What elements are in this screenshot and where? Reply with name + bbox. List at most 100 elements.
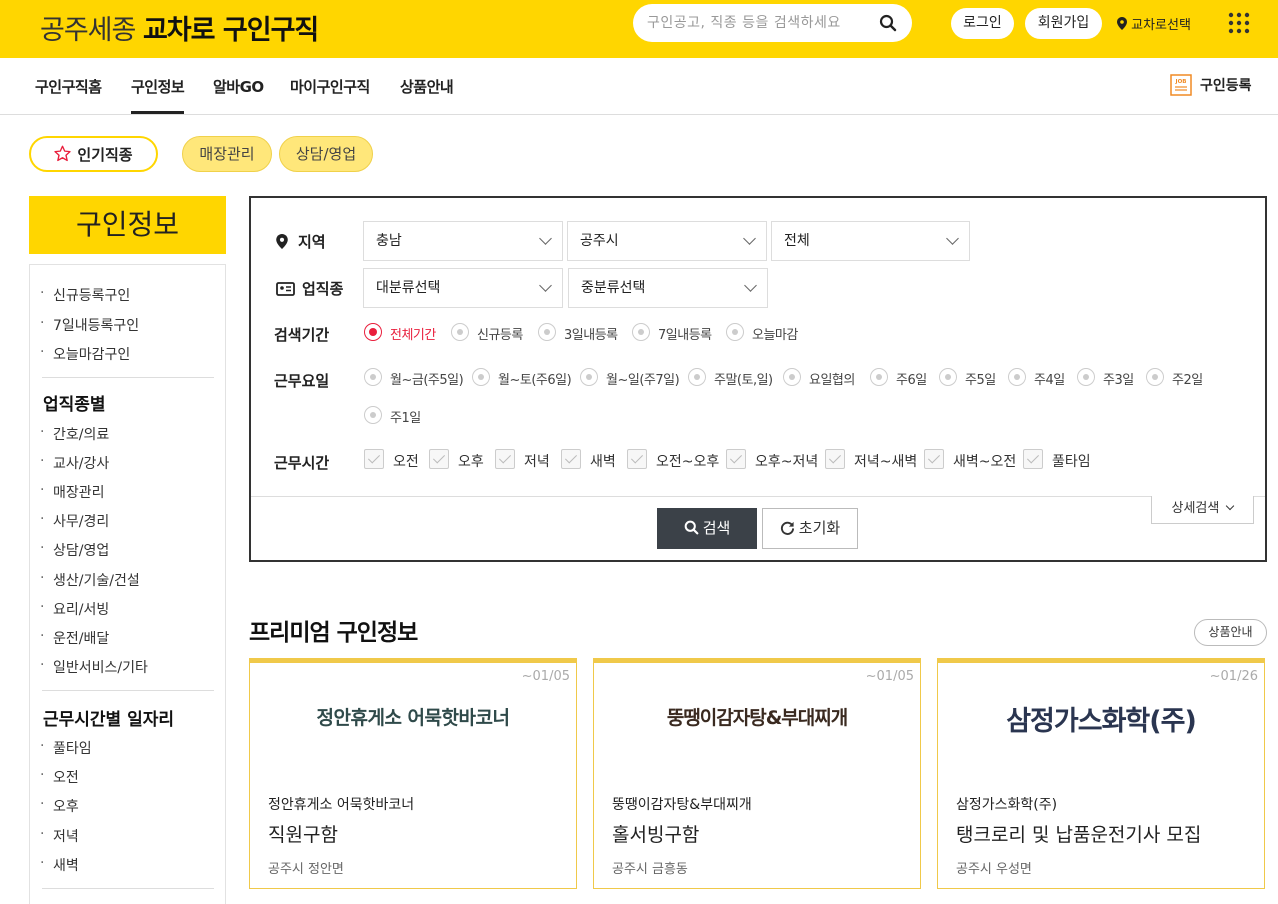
radio-icon: [1146, 368, 1164, 386]
time-option-evening[interactable]: 저녁: [495, 449, 550, 471]
chip-consulting-sales[interactable]: 상담/영업: [279, 136, 373, 172]
card-location: 공주시 금흥동: [612, 862, 688, 877]
search-icon: [684, 520, 699, 535]
days-option-4days[interactable]: 주4일: [1008, 368, 1065, 388]
search-button[interactable]: 검색: [657, 508, 757, 549]
card-company-name: 삼정가스화학(주): [956, 797, 1058, 813]
region-city-select[interactable]: 공주시: [567, 221, 767, 261]
radio-icon: [538, 323, 556, 341]
days-option-1day[interactable]: 주1일: [364, 406, 421, 426]
sidebar-item-service[interactable]: 일반서비스/기타: [40, 657, 148, 677]
sidebar-item-7days[interactable]: 7일내등록구인: [40, 315, 139, 335]
region-district-select[interactable]: 전체: [771, 221, 970, 261]
job-major-select[interactable]: 대분류선택: [363, 268, 563, 308]
tab-my-jobs[interactable]: 마이구인구직: [290, 76, 370, 97]
period-option-7days[interactable]: 7일내등록: [632, 323, 712, 343]
search-panel: 지역 충남 공주시 전체 업직종 대분류선택 중분류선택 검색기간 전체기간 신…: [249, 196, 1267, 562]
sidebar-item-store[interactable]: 매장관리: [40, 482, 105, 502]
sidebar-item-morning[interactable]: 오전: [40, 767, 79, 787]
time-option-fulltime[interactable]: 풀타임: [1023, 449, 1091, 471]
post-job-button[interactable]: JOB 구인등록: [1170, 74, 1252, 96]
region-select-button[interactable]: 교차로선택: [1117, 14, 1191, 33]
checkbox-icon: [924, 449, 944, 469]
days-option-2days[interactable]: 주2일: [1146, 368, 1203, 388]
radio-icon: [364, 323, 382, 341]
popular-jobs-chip[interactable]: 인기직종: [29, 136, 158, 172]
sidebar-item-cooking[interactable]: 요리/서빙: [40, 599, 109, 619]
time-option-afternoon-evening[interactable]: 오후~저녁: [726, 449, 818, 471]
site-logo[interactable]: 공주세종 교차로 구인구직: [40, 8, 319, 47]
sidebar-item-dawn[interactable]: 새벽: [40, 855, 79, 875]
sidebar-item-driving[interactable]: 운전/배달: [40, 628, 109, 648]
days-option-mon-sun[interactable]: 월~일(주7일): [580, 368, 680, 388]
tab-jobs-home[interactable]: 구인구직홈: [35, 76, 102, 97]
card-company-name: 뚱땡이감자탕&부대찌개: [612, 797, 752, 813]
sidebar-divider: [42, 690, 214, 691]
job-minor-select[interactable]: 중분류선택: [568, 268, 768, 308]
sidebar-item-production[interactable]: 생산/기술/건설: [40, 570, 140, 590]
tab-job-info[interactable]: 구인정보: [131, 76, 185, 114]
radio-icon: [1077, 368, 1095, 386]
sidebar-item-today-closing[interactable]: 오늘마감구인: [40, 344, 130, 364]
chevron-down-icon: [1226, 501, 1235, 511]
time-option-afternoon[interactable]: 오후: [429, 449, 484, 471]
premium-card[interactable]: ~01/05 정안휴게소 어묵핫바코너 정안휴게소 어묵핫바코너 직원구함 공주…: [249, 658, 577, 889]
chip-store-management[interactable]: 매장관리: [182, 136, 272, 172]
reset-button[interactable]: 초기화: [762, 508, 858, 549]
search-icon[interactable]: [879, 14, 897, 32]
period-option-3days[interactable]: 3일내등록: [538, 323, 618, 343]
premium-card[interactable]: ~01/26 삼정가스화학(주) 삼정가스화학(주) 탱크로리 및 납품운전기사…: [937, 658, 1265, 889]
days-label: 근무요일: [274, 372, 330, 390]
days-option-mon-sat[interactable]: 월~토(주6일): [472, 368, 572, 388]
sidebar-item-nursing[interactable]: 간호/의료: [40, 424, 109, 444]
sidebar-item-office[interactable]: 사무/경리: [40, 511, 109, 531]
checkbox-icon: [726, 449, 746, 469]
region-province-select[interactable]: 충남: [363, 221, 563, 261]
premium-card[interactable]: ~01/05 뚱땡이감자탕&부대찌개 뚱땡이감자탕&부대찌개 홀서빙구함 공주시…: [593, 658, 921, 889]
detail-search-toggle[interactable]: 상세검색: [1151, 496, 1254, 524]
radio-icon: [726, 323, 744, 341]
popular-jobs-label: 인기직종: [77, 146, 133, 164]
sidebar-item-teacher[interactable]: 교사/강사: [40, 453, 109, 473]
card-job-title: 홀서빙구함: [612, 824, 700, 846]
days-option-negotiable[interactable]: 요일협의: [783, 368, 855, 388]
sidebar-item-evening[interactable]: 저녁: [40, 826, 79, 846]
checkbox-icon: [627, 449, 647, 469]
period-option-all[interactable]: 전체기간: [364, 323, 436, 343]
sidebar-divider: [42, 888, 214, 889]
days-option-5days[interactable]: 주5일: [939, 368, 996, 388]
post-job-label: 구인등록: [1200, 78, 1252, 94]
tab-product-guide[interactable]: 상품안내: [400, 76, 454, 97]
sidebar-item-sales[interactable]: 상담/영업: [40, 540, 109, 560]
tab-alba-go[interactable]: 알바GO: [213, 76, 264, 97]
svg-text:JOB: JOB: [1175, 79, 1187, 85]
reset-button-label: 초기화: [798, 519, 841, 537]
all-menu-grid-icon[interactable]: [1228, 12, 1250, 34]
detail-search-label: 상세검색: [1171, 501, 1220, 516]
days-option-weekend[interactable]: 주말(토,일): [688, 368, 773, 388]
sidebar-item-afternoon[interactable]: 오후: [40, 796, 79, 816]
days-option-6days[interactable]: 주6일: [870, 368, 927, 388]
radio-icon: [580, 368, 598, 386]
time-option-dawn-morning[interactable]: 새벽~오전: [924, 449, 1016, 471]
time-option-morning[interactable]: 오전: [364, 449, 419, 471]
time-option-dawn[interactable]: 새벽: [561, 449, 616, 471]
period-option-today[interactable]: 오늘마감: [726, 323, 798, 343]
days-option-3days[interactable]: 주3일: [1077, 368, 1134, 388]
checkbox-icon: [364, 449, 384, 469]
time-option-morning-afternoon[interactable]: 오전~오후: [627, 449, 719, 471]
sidebar-item-fulltime[interactable]: 풀타임: [40, 738, 92, 758]
search-input[interactable]: [647, 13, 875, 33]
days-option-mon-fri[interactable]: 월~금(주5일): [364, 368, 464, 388]
period-option-new[interactable]: 신규등록: [451, 323, 523, 343]
sidebar-item-new[interactable]: 신규등록구인: [40, 285, 130, 305]
main-nav: 구인구직홈 구인정보 알바GO 마이구인구직 상품안내 JOB 구인등록: [0, 58, 1278, 115]
time-option-evening-dawn[interactable]: 저녁~새벽: [825, 449, 917, 471]
premium-guide-button[interactable]: 상품안내: [1194, 619, 1267, 646]
checkbox-icon: [825, 449, 845, 469]
checkbox-icon: [561, 449, 581, 469]
chevron-down-icon: [946, 232, 959, 245]
login-button[interactable]: 로그인: [951, 8, 1014, 39]
radio-icon: [939, 368, 957, 386]
signup-button[interactable]: 회원가입: [1025, 8, 1102, 39]
